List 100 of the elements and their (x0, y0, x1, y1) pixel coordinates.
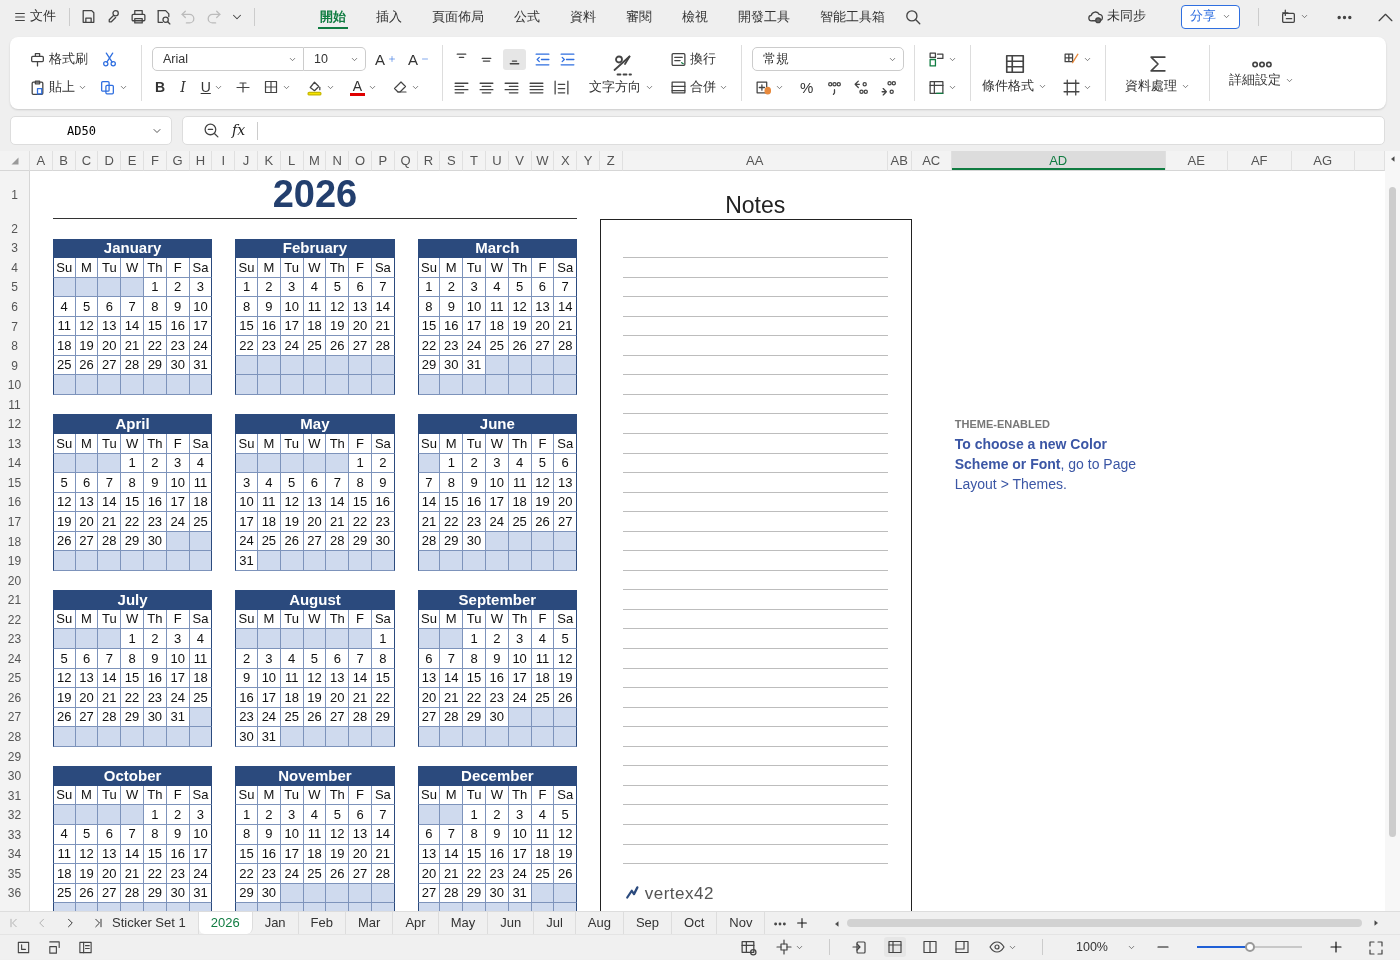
row-header[interactable]: 29 (0, 746, 30, 767)
column-header[interactable]: AD (951, 151, 1166, 171)
column-header[interactable]: M (303, 151, 327, 171)
column-header[interactable]: J (235, 151, 258, 171)
row-header[interactable]: 5 (0, 277, 30, 298)
grow-font-button[interactable]: A (372, 49, 399, 69)
data-tools-button[interactable]: 資料處理 (1122, 51, 1194, 95)
paste-button[interactable]: 貼上 (26, 76, 90, 98)
row-header[interactable]: 32 (0, 805, 30, 825)
fullscreen-icon[interactable] (1368, 939, 1384, 956)
column-header[interactable]: W (531, 151, 555, 171)
column-header[interactable]: H (189, 151, 213, 171)
row-header[interactable]: 16 (0, 492, 30, 513)
column-header[interactable]: AB (887, 151, 912, 171)
distribute-icon[interactable] (553, 78, 571, 96)
column-header[interactable]: C (75, 151, 99, 171)
zoom-icon[interactable] (203, 122, 220, 139)
italic-button[interactable]: I (177, 78, 189, 96)
reading-mode-icon[interactable] (852, 939, 868, 955)
document-icon[interactable] (16, 939, 31, 955)
scrollbar-thumb[interactable] (1389, 187, 1396, 837)
column-header[interactable]: A (30, 151, 53, 171)
print-icon[interactable] (130, 8, 147, 25)
normal-view-icon[interactable] (887, 939, 903, 955)
row-header[interactable]: 30 (0, 766, 30, 786)
row-header[interactable]: 3 (0, 238, 30, 259)
row-header[interactable]: 2 (0, 219, 30, 239)
row-header[interactable]: 34 (0, 844, 30, 865)
function-button[interactable]: fx (232, 120, 246, 141)
shrink-font-button[interactable]: A (405, 49, 433, 69)
column-header[interactable]: O (349, 151, 372, 171)
ribbon-tab[interactable]: 插入 (361, 0, 417, 33)
wrap-text-button[interactable]: 換行 (667, 48, 720, 70)
column-header[interactable]: Q (394, 151, 418, 171)
column-header[interactable]: F (144, 151, 167, 171)
scroll-up-icon[interactable] (1388, 155, 1397, 163)
row-header[interactable]: 22 (0, 609, 30, 630)
font-size-dropdown[interactable]: 10 (304, 47, 366, 71)
column-header[interactable]: R (417, 151, 441, 171)
sync-status-button[interactable]: 未同步 (1084, 6, 1149, 27)
row-header[interactable]: 36 (0, 883, 30, 904)
row-header[interactable]: 18 (0, 531, 30, 552)
number-format-dropdown[interactable]: 常規 (752, 47, 905, 71)
zoom-dropdown[interactable]: 100% (1073, 938, 1139, 956)
decimal-decrease-icon[interactable] (880, 78, 898, 96)
panel-icon[interactable] (78, 939, 93, 955)
strikethrough-icon[interactable] (234, 79, 251, 95)
file-menu-button[interactable]: 文件 (10, 7, 59, 26)
ribbon-tab[interactable]: 開發工具 (723, 0, 805, 33)
column-header[interactable]: AC (911, 151, 952, 171)
page-layout-icon[interactable] (954, 939, 970, 955)
column-header[interactable]: E (121, 151, 144, 171)
search-icon[interactable] (904, 8, 922, 27)
share-button[interactable]: 分享 (1181, 4, 1240, 29)
font-dropdown[interactable]: Arial (152, 47, 304, 71)
zoom-in-icon[interactable] (1328, 939, 1344, 955)
underline-button[interactable]: U (197, 78, 226, 96)
column-header[interactable]: K (257, 151, 281, 171)
column-header[interactable]: B (52, 151, 76, 171)
row-header[interactable]: 27 (0, 707, 30, 728)
row-header[interactable]: 19 (0, 551, 30, 571)
formula-field[interactable]: fx (182, 116, 1385, 145)
ribbon-tab[interactable]: 審閱 (611, 0, 667, 33)
row-header[interactable]: 6 (0, 297, 30, 317)
cut-icon[interactable] (101, 51, 118, 69)
row-header[interactable]: 33 (0, 824, 30, 845)
column-header[interactable]: Y (577, 151, 600, 171)
row-header[interactable]: 10 (0, 375, 30, 395)
decimal-increase-icon[interactable] (853, 78, 871, 96)
column-header[interactable]: X (554, 151, 578, 171)
row-header[interactable]: 25 (0, 668, 30, 689)
last-sheet-icon[interactable] (92, 917, 104, 929)
ribbon-tab[interactable]: 頁面佈局 (417, 0, 499, 33)
row-header[interactable]: 31 (0, 785, 30, 806)
percent-button[interactable]: % (797, 77, 817, 97)
row-header[interactable]: 20 (0, 570, 30, 591)
row-header[interactable]: 1 (0, 171, 30, 219)
column-header[interactable]: D (98, 151, 122, 171)
row-header[interactable]: 11 (0, 394, 30, 415)
name-box[interactable]: AD50 (10, 116, 172, 145)
column-header[interactable]: AE (1165, 151, 1228, 171)
column-header[interactable]: T (463, 151, 486, 171)
ribbon-tab[interactable]: 資料 (555, 0, 611, 33)
row-header[interactable]: 21 (0, 590, 30, 610)
column-header[interactable]: P (371, 151, 395, 171)
sheet-tab[interactable]: 2026 (198, 912, 253, 934)
row-header[interactable]: 7 (0, 316, 30, 337)
row-header[interactable]: 17 (0, 512, 30, 532)
row-header[interactable]: 24 (0, 649, 30, 669)
scroll-left-icon[interactable] (833, 919, 842, 928)
page-break-icon[interactable] (922, 939, 938, 955)
column-header[interactable]: AA (622, 151, 888, 171)
ribbon-tab[interactable]: 檢視 (667, 0, 723, 33)
scroll-right-icon[interactable] (1372, 919, 1380, 927)
bold-button[interactable]: B (152, 78, 169, 96)
column-header[interactable]: N (326, 151, 350, 171)
macro-icon[interactable] (47, 939, 62, 955)
row-header[interactable]: 15 (0, 473, 30, 493)
conditional-format-button[interactable]: 條件格式 (979, 51, 1051, 95)
row-header[interactable]: 14 (0, 453, 30, 474)
